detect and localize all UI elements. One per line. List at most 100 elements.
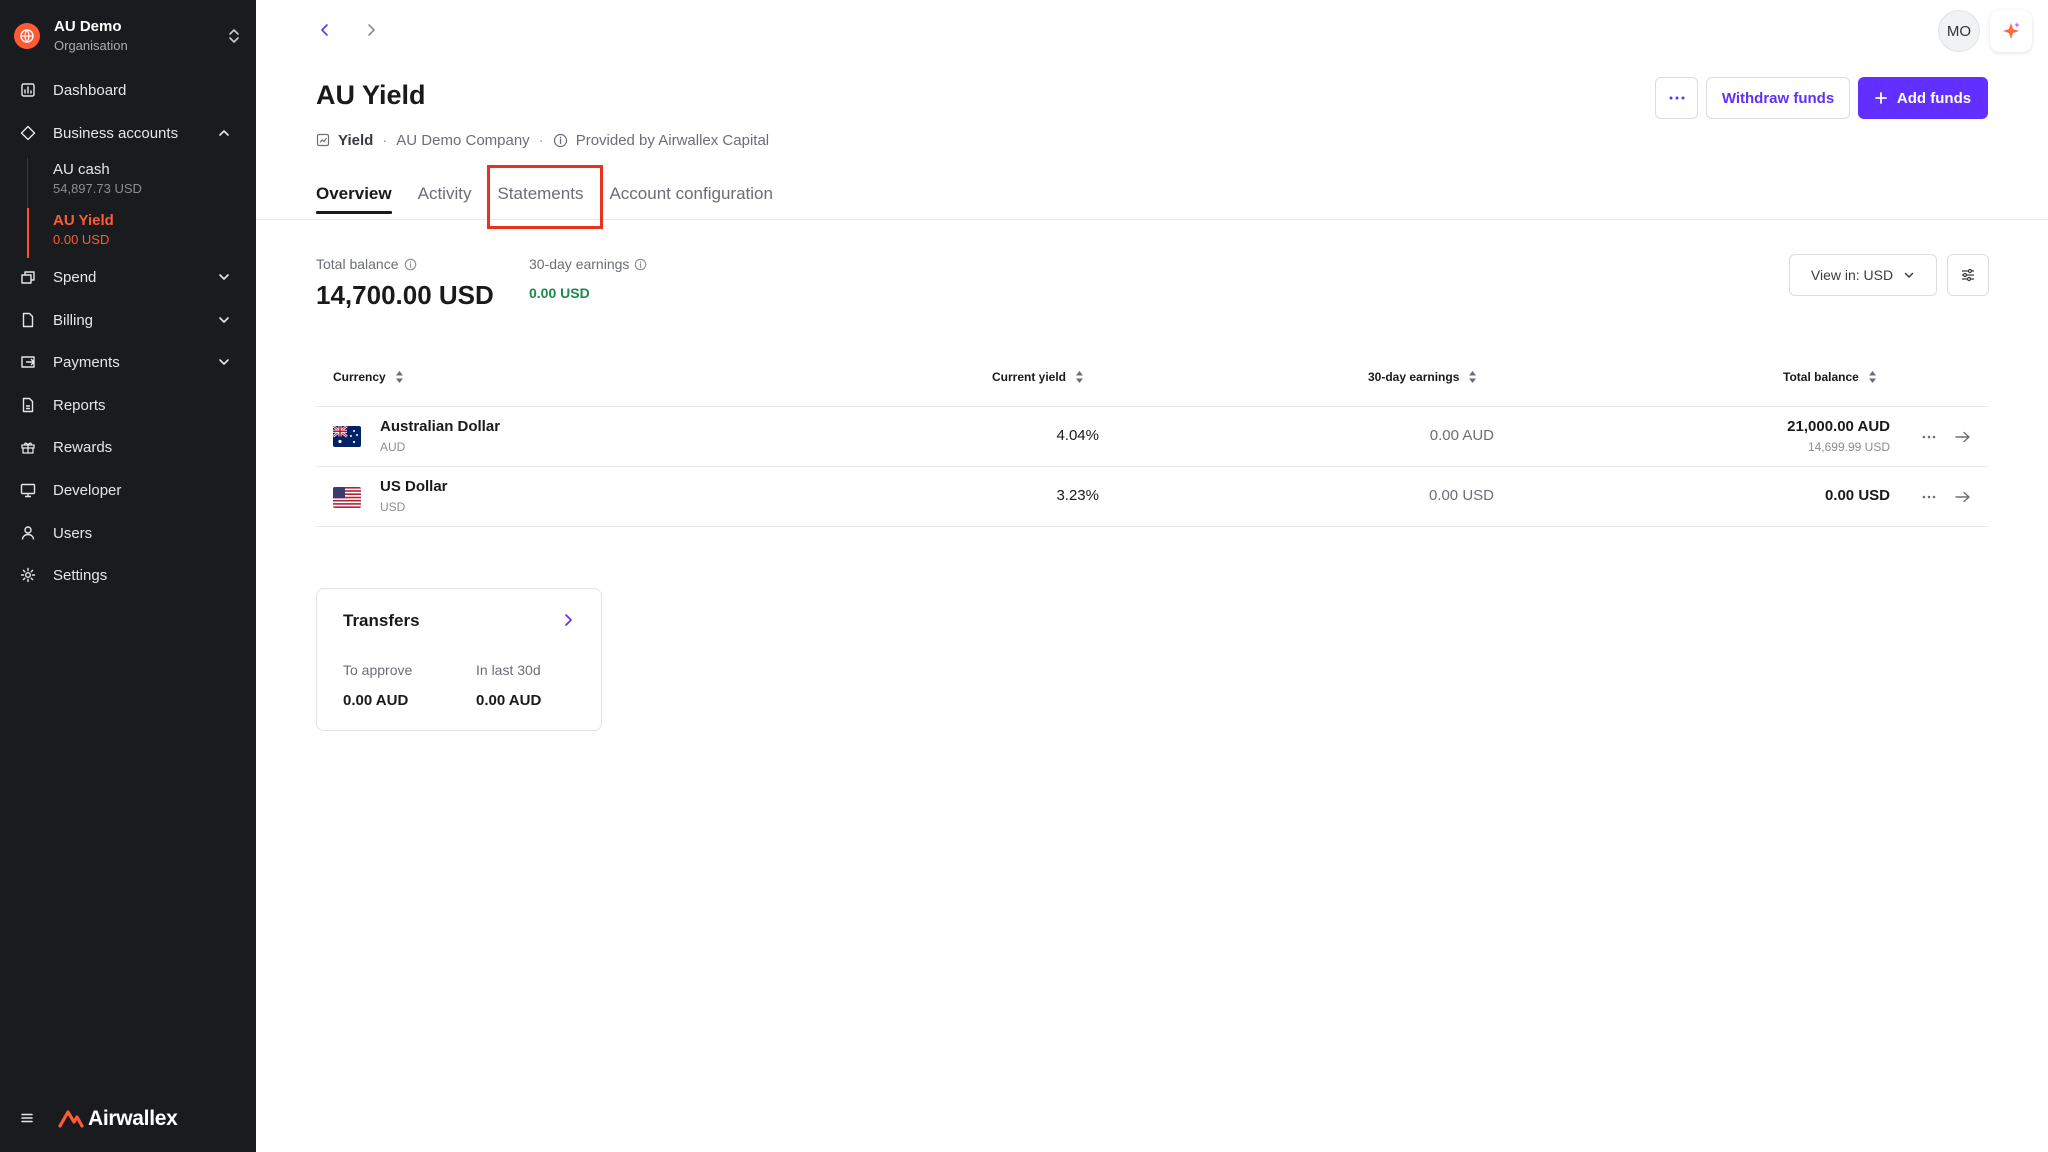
sidebar-item-label: Settings (53, 566, 108, 584)
sidebar-item-developer[interactable]: Developer (0, 470, 256, 510)
currency-name: Australian Dollar (380, 418, 501, 435)
column-header-label: Current yield (992, 370, 1067, 384)
sidebar-item-label: Users (53, 524, 93, 542)
info-icon[interactable] (634, 258, 647, 271)
tab-activity[interactable]: Activity (418, 168, 472, 220)
statements-highlight-annotation (487, 165, 603, 229)
sort-icon (395, 371, 403, 383)
earnings: 0.00 AUD (1429, 427, 1494, 444)
earnings-label-group: 30-day earnings (529, 256, 647, 272)
last-30d-label: In last 30d (476, 662, 541, 678)
user-icon (20, 525, 36, 541)
last-30d-value: 0.00 AUD (476, 692, 542, 709)
view-currency-label: View in: USD (1810, 267, 1894, 283)
sidebar-item-label: Rewards (53, 438, 113, 456)
currency-code: USD (380, 500, 406, 514)
organisation-name: AU Demo (54, 18, 122, 35)
total-balance: 0.00 USD (1824, 487, 1890, 504)
account-name: AU Yield (53, 212, 114, 229)
tab-account-configuration[interactable]: Account configuration (609, 168, 773, 220)
gear-icon (20, 567, 36, 583)
sidebar-item-billing[interactable]: Billing (0, 300, 256, 340)
column-header-total-balance[interactable]: Total balance (1783, 367, 1877, 387)
arrow-right-icon (1955, 431, 1970, 443)
gift-icon (20, 439, 36, 455)
table-divider (316, 526, 1988, 527)
page-title: AU Yield (316, 80, 426, 110)
back-button[interactable] (313, 18, 337, 42)
dashboard-icon (20, 82, 36, 98)
column-header-currency[interactable]: Currency (333, 367, 404, 387)
report-icon (20, 397, 36, 413)
airwallex-logo-icon (58, 1110, 84, 1128)
add-funds-button[interactable]: Add funds (1858, 77, 1988, 119)
sidebar-item-business-accounts[interactable]: Business accounts (0, 113, 256, 153)
account-meta: Yield · AU Demo Company · Provided by Ai… (316, 129, 769, 151)
column-header-label: Currency (333, 370, 386, 384)
sidebar-item-reports[interactable]: Reports (0, 385, 256, 425)
account-company: AU Demo Company (396, 131, 530, 149)
account-balance: 0.00 USD (53, 232, 110, 247)
total-balance: 21,000.00 AUD (1787, 418, 1890, 435)
row-more-button[interactable] (1918, 428, 1940, 446)
table-divider (316, 406, 1988, 407)
sidebar-item-settings[interactable]: Settings (0, 555, 256, 595)
chevron-down-icon (216, 312, 232, 328)
add-funds-label: Add funds (1896, 89, 1972, 107)
filter-settings-button[interactable] (1947, 254, 1989, 296)
info-icon[interactable] (404, 258, 417, 271)
view-currency-select[interactable]: View in: USD (1789, 254, 1937, 296)
total-balance-label: Total balance (316, 256, 399, 272)
withdraw-funds-button[interactable]: Withdraw funds (1706, 77, 1850, 119)
sidebar-subitem-au-cash[interactable]: AU cash 54,897.73 USD (53, 160, 243, 198)
chevron-up-down-icon (226, 25, 242, 47)
total-balance-label-group: Total balance (316, 256, 417, 272)
organisation-logo-icon (14, 23, 40, 49)
row-more-button[interactable] (1918, 488, 1940, 506)
row-open-button[interactable] (1952, 428, 1974, 446)
us-flag-icon (333, 487, 361, 508)
column-header-current-yield[interactable]: Current yield (992, 367, 1084, 387)
send-icon (20, 354, 36, 370)
chevron-down-icon (216, 354, 232, 370)
sidebar-item-spend[interactable]: Spend (0, 257, 256, 297)
tab-overview[interactable]: Overview (316, 168, 392, 220)
row-open-button[interactable] (1952, 488, 1974, 506)
sidebar-item-users[interactable]: Users (0, 513, 256, 553)
chevron-right-icon[interactable] (557, 609, 579, 631)
current-yield: 3.23% (1056, 487, 1099, 504)
sidebar-subitem-au-yield[interactable]: AU Yield 0.00 USD (53, 211, 243, 249)
chart-icon (316, 133, 330, 147)
menu-icon[interactable] (20, 1111, 36, 1127)
more-actions-button[interactable] (1655, 77, 1698, 119)
to-approve-label: To approve (343, 662, 413, 678)
currency-code: AUD (380, 440, 406, 454)
table-divider (316, 466, 1988, 467)
sidebar-item-dashboard[interactable]: Dashboard (0, 70, 256, 110)
plus-icon (1875, 92, 1887, 104)
info-icon (553, 133, 568, 148)
total-balance-converted: 14,699.99 USD (1807, 440, 1890, 454)
more-horizontal-icon (1922, 495, 1936, 499)
transfers-card[interactable]: Transfers To approve 0.00 AUD In last 30… (316, 588, 602, 731)
chevron-down-icon (216, 269, 232, 285)
chevron-up-icon (216, 125, 232, 141)
sidebar-item-label: Business accounts (53, 124, 179, 142)
forward-button[interactable] (359, 18, 383, 42)
ai-assistant-button[interactable] (1990, 10, 2032, 52)
currency-name: US Dollar (380, 478, 448, 495)
user-avatar[interactable]: MO (1938, 10, 1980, 52)
sidebar-item-payments[interactable]: Payments (0, 342, 256, 382)
australia-flag-icon (333, 426, 361, 447)
column-header-30-day-earnings[interactable]: 30-day earnings (1368, 367, 1477, 387)
earnings-value: 0.00 USD (529, 285, 590, 301)
chevron-right-icon (368, 24, 375, 36)
sidebar-item-rewards[interactable]: Rewards (0, 427, 256, 467)
organisation-switcher[interactable]: AU Demo Organisation (14, 16, 242, 56)
monitor-icon (20, 482, 36, 498)
sidebar-item-label: Dashboard (53, 81, 127, 99)
chevron-left-icon (321, 24, 328, 36)
current-yield: 4.04% (1056, 427, 1099, 444)
sparkle-icon (2003, 22, 2020, 39)
more-horizontal-icon (1669, 96, 1684, 100)
